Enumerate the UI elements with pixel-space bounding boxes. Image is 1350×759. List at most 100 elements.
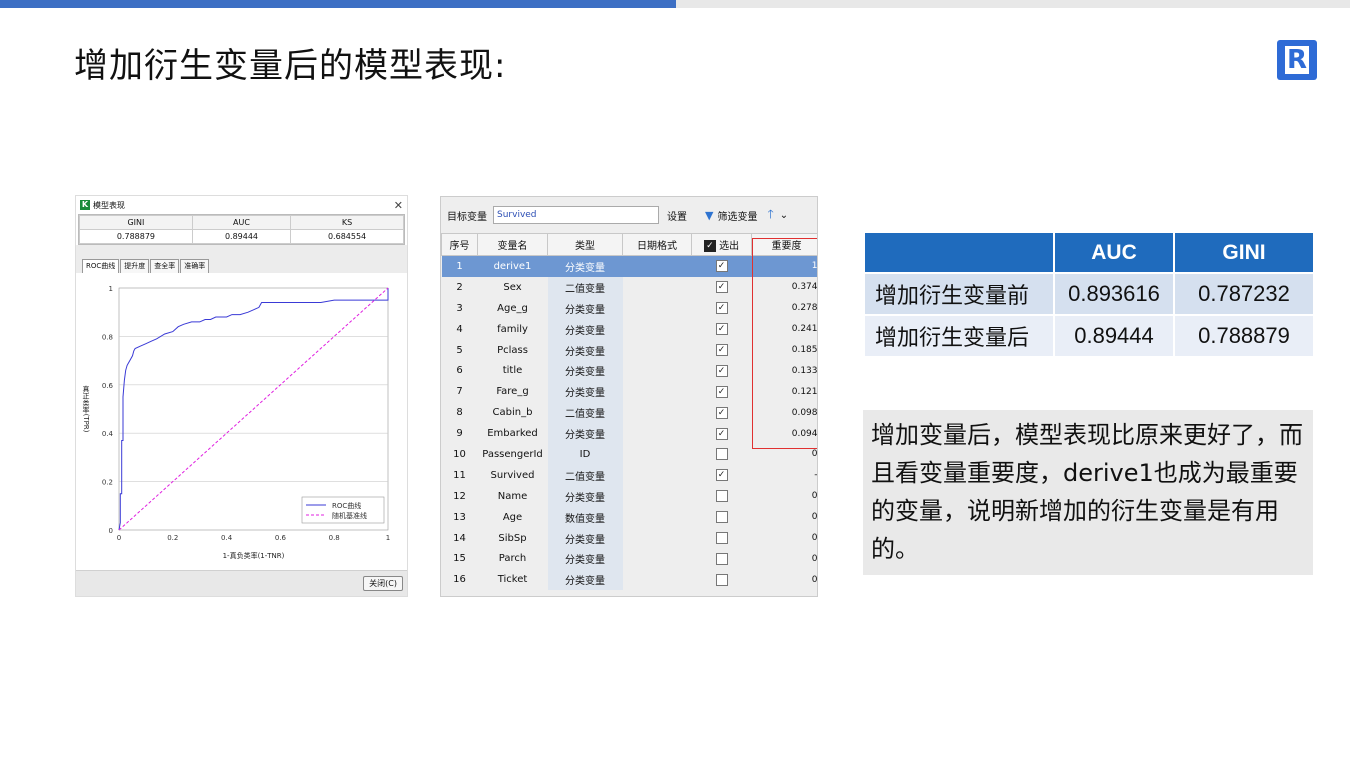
table-row[interactable]: 9 Embarked 分类变量 ✓ 0.094 [442, 423, 818, 445]
select-checkbox[interactable]: ✓ [715, 260, 728, 273]
metric-value-auc: 0.89444 [191, 229, 292, 244]
col-header-type[interactable]: 类型 [547, 233, 623, 256]
table-row[interactable]: 10 PassengerId ID 0 [442, 444, 818, 465]
select-checkbox[interactable] [715, 448, 728, 461]
logo-mark: R [1285, 46, 1309, 74]
metric-header-gini: GINI [79, 215, 193, 230]
table-row[interactable]: 8 Cabin_b 二值变量 ✓ 0.098 [442, 402, 818, 424]
row-number: 8 [456, 407, 463, 419]
select-checkbox[interactable]: ✓ [715, 302, 728, 315]
select-checkbox[interactable]: ✓ [715, 406, 728, 419]
tab-recall[interactable]: 查全率 [150, 259, 180, 273]
arrow-up-icon[interactable]: 🡑 [767, 205, 773, 226]
select-cell: ✓ [692, 381, 752, 402]
cmp-row-gini: 0.788879 [1173, 314, 1315, 358]
select-checkbox[interactable]: ✓ [715, 469, 728, 482]
table-row[interactable]: 3 Age_g 分类变量 ✓ 0.278 [442, 297, 818, 319]
row-number: 2 [456, 281, 463, 293]
importance-value: 0.278 [791, 303, 818, 314]
y-tick-label: 0.2 [102, 479, 113, 487]
variable-type: 分类变量 [547, 381, 623, 403]
col-header-name[interactable]: 变量名 [477, 233, 548, 256]
table-row[interactable]: 6 title 分类变量 ✓ 0.133 [442, 360, 818, 382]
date-format-cell [623, 507, 692, 528]
table-row[interactable]: 12 Name 分类变量 0 [442, 485, 818, 507]
col-header-select[interactable]: ✓ 选出 [691, 233, 752, 256]
variable-type: 分类变量 [547, 339, 623, 361]
target-label: 目标变量 [447, 211, 487, 223]
select-checkbox[interactable]: ✓ [715, 281, 728, 294]
filter-variables-button[interactable]: ▼ 筛选变量 [705, 208, 757, 223]
importance-value: 0 [811, 491, 818, 502]
row-number: 10 [453, 448, 466, 460]
roc-plot-area: 0 0.2 0.4 0.6 0.8 1 0 0.2 0.4 0.6 0.8 1 1-真负类率(1-TNR… [76, 273, 407, 575]
col-header-importance[interactable]: 重要度 [751, 233, 817, 256]
cmp-header-blank [863, 231, 1055, 274]
table-row[interactable]: 11 Survived 二值变量 ✓ - [442, 464, 817, 486]
select-checkbox[interactable] [715, 532, 728, 545]
top-gray-bar [676, 0, 1350, 8]
more-icon[interactable]: ⌄ [780, 210, 788, 221]
col-header-dateformat[interactable]: 日期格式 [622, 233, 692, 256]
row-number: 12 [453, 490, 466, 502]
importance-value: 0 [811, 449, 818, 460]
table-row[interactable]: 13 Age 数值变量 0 [442, 506, 817, 528]
tab-lift[interactable]: 提升度 [120, 259, 150, 273]
date-format-cell [623, 381, 692, 402]
variable-type: ID [547, 444, 623, 465]
select-header-label: 选出 [719, 241, 740, 252]
select-cell [692, 444, 752, 465]
table-row[interactable]: 7 Fare_g 分类变量 ✓ 0.121 [442, 381, 817, 403]
date-format-cell [623, 548, 692, 569]
metric-header-auc: AUC [191, 215, 292, 230]
variable-toolbar: 目标变量 设置 ▼ 筛选变量 🡑 ⌄ [441, 197, 817, 233]
row-number: 14 [453, 532, 466, 544]
close-button[interactable]: 关闭(C) [363, 576, 403, 591]
variable-type: 分类变量 [547, 485, 623, 507]
tab-roc[interactable]: ROC曲线 [82, 259, 120, 273]
select-checkbox[interactable] [715, 511, 728, 524]
row-number: 13 [453, 511, 466, 523]
select-cell: ✓ [692, 319, 752, 340]
select-checkbox[interactable] [715, 573, 728, 586]
date-format-cell [623, 528, 692, 549]
table-row[interactable]: 16 Ticket 分类变量 0 [442, 569, 817, 591]
select-checkbox[interactable]: ✓ [715, 427, 728, 440]
table-row[interactable]: 4 family 分类变量 ✓ 0.241 [442, 318, 817, 340]
select-all-checkbox[interactable]: ✓ [703, 240, 716, 252]
importance-value: 0.094 [791, 428, 818, 439]
select-checkbox[interactable] [715, 552, 728, 565]
cmp-row-auc: 0.89444 [1053, 314, 1175, 358]
col-header-no[interactable]: 序号 [441, 233, 478, 256]
y-tick-label: 0.8 [102, 333, 113, 341]
row-number: 11 [453, 469, 466, 481]
select-checkbox[interactable]: ✓ [715, 344, 728, 356]
variable-type: 分类变量 [547, 360, 623, 382]
importance-value: 0.098 [791, 407, 818, 418]
x-tick-label: 0.8 [329, 534, 340, 542]
target-input[interactable] [493, 206, 659, 224]
settings-button[interactable]: 设置 [667, 208, 687, 223]
select-checkbox[interactable]: ✓ [715, 364, 728, 377]
table-row[interactable]: 5 Pclass 分类变量 ✓ 0.185 [442, 339, 817, 361]
table-row[interactable]: 1 derive1 分类变量 ✓ 1 [441, 255, 817, 277]
date-format-cell [623, 319, 692, 340]
select-cell [692, 507, 752, 528]
variable-name: family [497, 323, 528, 335]
select-cell: ✓ [692, 360, 752, 381]
table-row[interactable]: 15 Parch 分类变量 0 [442, 548, 817, 570]
select-checkbox[interactable] [715, 490, 728, 503]
select-checkbox[interactable]: ✓ [715, 385, 728, 398]
table-row[interactable]: 14 SibSp 分类变量 0 [442, 527, 818, 549]
close-icon[interactable]: ✕ [394, 199, 403, 212]
tab-precision[interactable]: 准确率 [180, 259, 210, 273]
select-checkbox[interactable]: ✓ [715, 323, 728, 336]
importance-value: 0.133 [791, 365, 818, 376]
comparison-table: AUC GINI 增加衍生变量前 0.893616 0.787232 增加衍生变… [863, 231, 1315, 358]
variable-name: Ticket [497, 574, 528, 586]
importance-value: 0 [811, 533, 818, 544]
variable-type: 分类变量 [547, 527, 623, 549]
y-tick-label: 0.4 [102, 430, 114, 438]
table-row[interactable]: 2 Sex 二值变量 ✓ 0.374 [442, 276, 817, 298]
variable-name: Pclass [497, 344, 528, 356]
